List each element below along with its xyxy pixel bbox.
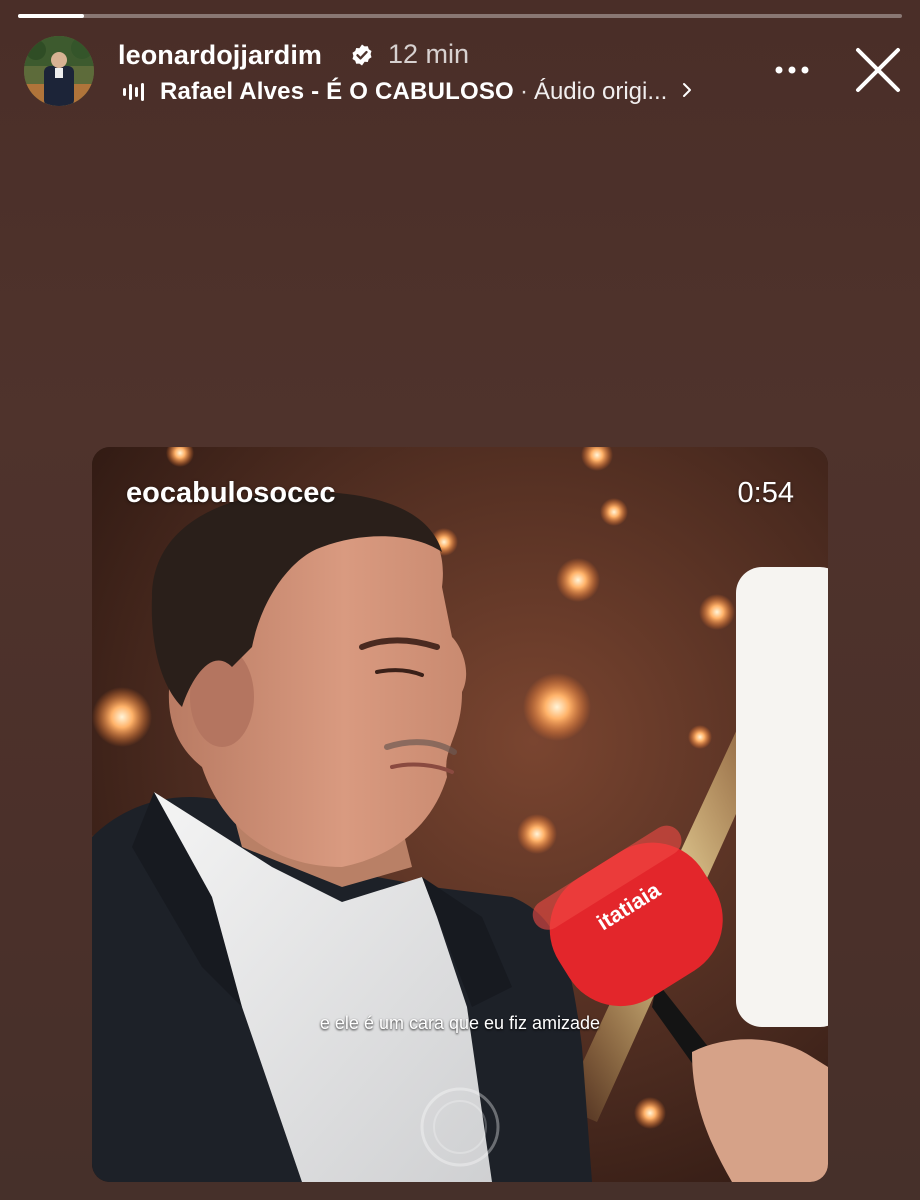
verified-badge-icon — [352, 44, 372, 66]
reel-owner-username[interactable]: eocabulosocec — [126, 477, 336, 510]
video-subtitle: e ele é um cara que eu fiz amizade — [319, 1013, 601, 1033]
close-icon[interactable] — [852, 44, 904, 96]
story-time-ago: 12 min — [388, 39, 470, 69]
avatar[interactable] — [24, 36, 94, 106]
story-progress-fill — [18, 14, 85, 18]
chevron-right-icon — [681, 78, 693, 106]
story-username[interactable]: leonardojjardim — [118, 40, 322, 71]
audio-artist: Rafael Alves - É O CABULOSO — [160, 78, 514, 105]
more-options-icon[interactable] — [770, 48, 814, 92]
story-progress-bar — [18, 14, 902, 18]
audio-title: Áudio origi... — [533, 78, 668, 105]
reel-video-frame: itatiaia — [92, 447, 828, 1182]
audio-separator: · — [519, 78, 528, 105]
audio-wave-icon — [123, 83, 144, 101]
shared-reel-card[interactable]: itatiaia eocabulosocec 0:54 e ele é um c… — [92, 447, 828, 1182]
reel-duration: 0:54 — [737, 477, 794, 509]
story-header: leonardojjardim 12 min Rafael Alves - É … — [0, 34, 920, 114]
audio-attribution[interactable]: Rafael Alves - É O CABULOSO · Áudio orig… — [122, 76, 693, 108]
